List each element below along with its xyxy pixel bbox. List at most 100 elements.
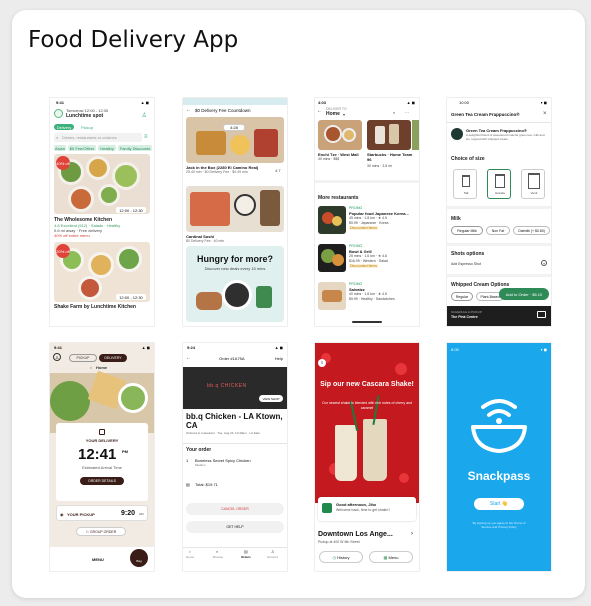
search-icon: ⌕ (56, 135, 59, 140)
filter-chip-asian[interactable]: Asian (54, 145, 66, 151)
item-title: Green Tea Cream Frappuccino® (451, 112, 520, 117)
nav-home[interactable]: Home (186, 555, 194, 559)
get-help-button[interactable]: GET HELP (186, 521, 284, 533)
list-item-image-2[interactable] (318, 244, 346, 272)
help-link[interactable]: Help (275, 356, 283, 361)
menu-button[interactable]: ▦ Menu (369, 551, 413, 563)
cup-icon (495, 174, 505, 188)
bag-button[interactable]: Bag (130, 549, 148, 567)
list-item-image[interactable] (318, 206, 346, 234)
brand-name: Snackpass (467, 469, 531, 483)
tab-pickup[interactable]: Pickup (78, 124, 96, 130)
status-time: 9:24 (187, 345, 196, 350)
search-placeholder: Dishes, restaurants or cuisines (62, 135, 117, 140)
promo-title: Hungry for more? (196, 254, 273, 264)
menu-label[interactable]: MENU (92, 557, 104, 562)
milk-label: Milk (451, 216, 461, 222)
chevron-right-icon[interactable]: › (411, 531, 413, 537)
menu-icon[interactable]: ≡ (318, 359, 326, 367)
pickup-ampm: AM (139, 512, 144, 516)
your-order-label: Your order (186, 447, 212, 453)
browse-icon[interactable]: ⌕ (216, 549, 218, 554)
restaurant-image-2[interactable] (367, 120, 411, 150)
filter-chip-fee[interactable]: $0 Fee/Offers (68, 145, 96, 151)
user-icon[interactable]: ♙ (53, 353, 61, 361)
pickup-card[interactable]: ◉ YOUR PICKUP 9:20 AM (56, 505, 148, 521)
brand-logo: bb.q CHICKEN (207, 383, 247, 389)
nav-account[interactable]: Account (267, 555, 278, 559)
card-label: YOUR DELIVERY (85, 438, 119, 443)
close-icon[interactable]: × (543, 111, 547, 117)
account-icon[interactable]: ♙ (271, 549, 275, 554)
item-subtext: Medium (195, 463, 206, 467)
deal-image-2[interactable] (186, 186, 284, 232)
shots-item[interactable]: Add Espresso Shot (451, 262, 481, 266)
list-item-meta2-3: $9.99 · Healthy · Sandwiches (349, 297, 395, 301)
size-tall[interactable]: Tall (453, 169, 477, 199)
top-restaurant-2[interactable]: Starbucks · Home Team 96 (367, 152, 413, 162)
pin-icon: ⌂ (90, 365, 93, 370)
history-button[interactable]: ◷ History (319, 551, 363, 563)
back-icon[interactable]: ← (186, 355, 191, 361)
more-icon[interactable]: ⋯ (405, 110, 409, 115)
back-icon[interactable]: ← (186, 107, 191, 113)
search-icon[interactable]: ⌕ (393, 110, 395, 115)
filter-icon[interactable]: ≡ (144, 134, 148, 140)
add-to-order-button[interactable]: Add to Order · $6.10 (499, 288, 549, 300)
tab-pickup[interactable]: PICKUP (69, 354, 97, 362)
list-item-image-3[interactable] (318, 282, 346, 310)
cancel-order-button[interactable]: CANCEL ORDER (186, 503, 284, 515)
filter-chip-family[interactable]: Family Discounts (118, 145, 152, 151)
welcome-text: Welcome back, time to get shakin'! (336, 508, 390, 512)
location-name[interactable]: Home (326, 111, 340, 117)
home-icon[interactable]: ⌂ (189, 549, 191, 554)
list-item-tag-3: PROMO (349, 282, 363, 286)
group-order-button[interactable]: ⚇ GROUP ORDER (76, 527, 126, 536)
start-button[interactable]: Start 👋 (474, 498, 524, 510)
promo-subtitle: Discover new deals every 15 mins (204, 266, 266, 271)
pickup-footer[interactable]: SCHEDULE A PICKUP The Pink Centre (447, 306, 551, 326)
restaurant-image[interactable] (318, 120, 362, 150)
screen-lunchtime: 9:41 ▲ ◼ Tomorrow 12:00 - 12:30 Lunchtim… (50, 98, 154, 326)
milk-nonfat[interactable]: Non Fat (486, 226, 510, 235)
orders-icon[interactable]: ▤ (244, 549, 248, 554)
location-name[interactable]: Home (96, 365, 107, 370)
hero-subtext: Our newest shake is blended with rich no… (322, 401, 412, 410)
promo-badge-2: 20% off (56, 244, 70, 258)
item-qty: 1 (186, 458, 189, 463)
screen-delivery-time: 9:41 ▲ ◼ ♙ PICKUP DELIVERY ⌂ Home YOUR D… (50, 343, 154, 571)
promo-banner[interactable]: Hungry for more? Discover new deals ever… (186, 246, 284, 322)
back-icon[interactable]: ← (317, 108, 322, 114)
bag-icon[interactable] (537, 311, 546, 318)
cream-regular[interactable]: Regular (451, 292, 473, 301)
nav-browse[interactable]: Browse (213, 555, 223, 559)
chevron-down-icon[interactable]: ▾ (343, 112, 345, 117)
cream-label: Whipped Cream Options (451, 282, 510, 288)
bottom-nav: ⌂ Home ⌕ Browse ▤ Orders ♙ Account (183, 549, 287, 563)
nav-orders[interactable]: Orders (241, 555, 251, 559)
filter-chip-healthy[interactable]: Healthy (98, 145, 116, 151)
tab-delivery[interactable]: Delivery (54, 124, 74, 130)
pickup-address: Pickup at 400 W 6th Street (318, 540, 360, 544)
search-input[interactable]: ⌕ Dishes, restaurants or cuisines (54, 133, 142, 142)
user-icon[interactable]: ♙ (142, 112, 147, 119)
delivery-card: YOUR DELIVERY 12:41 PM Estimated Arrival… (56, 423, 148, 501)
plus-icon[interactable]: + (541, 260, 547, 266)
order-details-button[interactable]: ORDER DETAILS (80, 477, 124, 485)
store-location[interactable]: Downtown Los Ange... (318, 531, 393, 538)
tab-delivery[interactable]: DELIVERY (99, 354, 127, 362)
status-time: 9:41 (56, 100, 65, 105)
size-grande[interactable]: Grande (487, 169, 511, 199)
screen-snackpass: 6:00 ▾ ◼ Snackpass Start 👋 By signing up… (447, 343, 551, 571)
deal-rating-1: 4.7 (275, 168, 281, 173)
milk-regular[interactable]: Regular Milk (451, 226, 483, 235)
status-time: 4:03 (318, 100, 327, 105)
list-item-meta-3: 40 mins · 1.6 km · ★ 4.5 (349, 292, 387, 296)
order-total: Total: $19.71 (195, 482, 218, 487)
milk-oat[interactable]: Oatmilk (+ $0.80) (513, 226, 550, 235)
place-title[interactable]: Lunchtime spot (66, 113, 103, 119)
order-number: Order #1A75A (219, 356, 245, 361)
restaurant-name-2[interactable]: Shake Farm by Lunchtime Kitchen (54, 304, 136, 310)
size-venti[interactable]: Venti (521, 169, 545, 199)
view-shop-button[interactable]: VIEW SHOP (259, 395, 283, 402)
